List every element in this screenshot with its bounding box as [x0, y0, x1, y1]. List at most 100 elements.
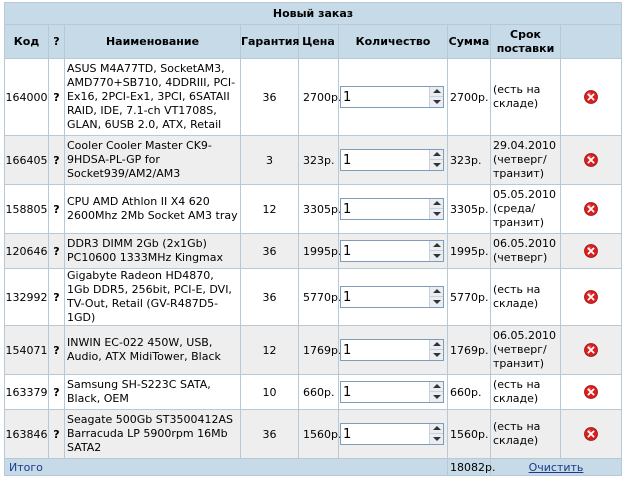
quantity-input[interactable]	[341, 87, 429, 107]
delete-icon[interactable]	[584, 90, 598, 104]
arrow-up-icon[interactable]	[429, 150, 443, 160]
info-question[interactable]: ?	[48, 268, 65, 326]
arrow-up-icon[interactable]	[429, 424, 443, 434]
quantity-input[interactable]	[341, 382, 429, 402]
arrow-down-icon[interactable]	[429, 97, 443, 107]
item-term: 06.05.2010 (четверг)	[490, 233, 561, 269]
quantity-stepper[interactable]	[340, 149, 444, 171]
info-question[interactable]: ?	[48, 374, 65, 410]
clear-link[interactable]: Очистить	[529, 461, 584, 474]
item-sum: 3305р.	[447, 184, 491, 234]
item-name: Samsung SH-S223C SATA, Black, OEM	[64, 374, 241, 410]
delete-icon[interactable]	[584, 343, 598, 357]
item-sum: 2700р.	[447, 58, 491, 136]
item-price: 5770р.	[298, 268, 341, 326]
item-term: 06.05.2010 (четверг/ транзит)	[490, 325, 561, 375]
item-price: 1995р.	[298, 233, 341, 269]
delete-cell	[559, 58, 623, 136]
quantity-cell	[338, 184, 448, 234]
table-row: 163379? Samsung SH-S223C SATA, Black, OEM…	[4, 374, 623, 410]
item-warranty: 10	[240, 374, 299, 410]
item-code: 154071	[4, 325, 49, 375]
quantity-cell	[338, 268, 448, 326]
arrow-down-icon[interactable]	[429, 251, 443, 261]
item-warranty: 36	[240, 233, 299, 269]
item-warranty: 12	[240, 184, 299, 234]
quantity-stepper[interactable]	[340, 240, 444, 262]
quantity-cell	[338, 374, 448, 410]
item-code: 120646	[4, 233, 49, 269]
quantity-stepper[interactable]	[340, 198, 444, 220]
info-question[interactable]: ?	[48, 325, 65, 375]
quantity-spinner	[429, 340, 443, 360]
quantity-input[interactable]	[341, 340, 429, 360]
item-warranty: 12	[240, 325, 299, 375]
arrow-up-icon[interactable]	[429, 241, 443, 251]
quantity-input[interactable]	[341, 150, 429, 170]
quantity-stepper[interactable]	[340, 423, 444, 445]
delete-icon[interactable]	[584, 244, 598, 258]
header-price: Цена	[298, 24, 339, 59]
table-row: 163846? Seagate 500Gb ST3500412AS Barracu…	[4, 409, 623, 459]
item-name: INWIN EC-022 450W, USB, Audio, ATX MidiT…	[64, 325, 241, 375]
arrow-down-icon[interactable]	[429, 160, 443, 170]
item-price: 1769р.	[298, 325, 341, 375]
item-warranty: 36	[240, 409, 299, 459]
item-code: 132992	[4, 268, 49, 326]
quantity-stepper[interactable]	[340, 381, 444, 403]
total-label: Итого	[4, 458, 448, 476]
delete-icon[interactable]	[584, 290, 598, 304]
info-question[interactable]: ?	[48, 233, 65, 269]
item-name: ASUS M4A77TD, SocketAM3, AMD770+SB710, 4…	[64, 58, 241, 136]
item-sum: 1769р.	[447, 325, 491, 375]
table-row: 132992? Gigabyte Radeon HD4870, 1Gb DDR5,…	[4, 268, 623, 326]
header-warranty: Гарантия	[240, 24, 299, 59]
delete-icon[interactable]	[584, 427, 598, 441]
info-question[interactable]: ?	[48, 409, 65, 459]
item-price: 323р.	[298, 135, 339, 185]
item-name: CPU AMD Athlon II X4 620 2600Mhz 2Mb Soc…	[64, 184, 241, 234]
item-term: 29.04.2010 (четверг/ транзит)	[490, 135, 561, 185]
item-price: 2700р.	[298, 58, 341, 136]
info-question[interactable]: ?	[48, 135, 65, 185]
item-code: 164000	[4, 58, 49, 136]
arrow-down-icon[interactable]	[429, 434, 443, 444]
header-sum: Сумма	[447, 24, 491, 59]
quantity-input[interactable]	[341, 199, 429, 219]
clear-cell: Очистить	[489, 458, 623, 476]
quantity-stepper[interactable]	[340, 86, 444, 108]
delete-icon[interactable]	[584, 153, 598, 167]
item-term: 05.05.2010 (среда/ транзит)	[490, 184, 561, 234]
arrow-down-icon[interactable]	[429, 209, 443, 219]
quantity-input[interactable]	[341, 287, 429, 307]
info-question[interactable]: ?	[48, 58, 65, 136]
arrow-up-icon[interactable]	[429, 340, 443, 350]
item-price: 3305р.	[298, 184, 341, 234]
arrow-down-icon[interactable]	[429, 392, 443, 402]
info-question[interactable]: ?	[48, 184, 65, 234]
arrow-down-icon[interactable]	[429, 350, 443, 360]
item-price: 1560р.	[298, 409, 341, 459]
quantity-stepper[interactable]	[340, 339, 444, 361]
arrow-up-icon[interactable]	[429, 287, 443, 297]
quantity-input[interactable]	[341, 241, 429, 261]
quantity-spinner	[429, 150, 443, 170]
delete-icon[interactable]	[584, 202, 598, 216]
item-warranty: 3	[240, 135, 299, 185]
arrow-down-icon[interactable]	[429, 297, 443, 307]
quantity-input[interactable]	[341, 424, 429, 444]
delete-cell	[559, 374, 623, 410]
item-sum: 5770р.	[447, 268, 491, 326]
delete-cell	[559, 184, 623, 234]
delete-icon[interactable]	[584, 385, 598, 399]
arrow-up-icon[interactable]	[429, 382, 443, 392]
arrow-up-icon[interactable]	[429, 199, 443, 209]
item-code: 163846	[4, 409, 49, 459]
arrow-up-icon[interactable]	[429, 87, 443, 97]
table-row: 166405? Cooler Cooler Master CK9-9HDSA-PL…	[4, 135, 623, 185]
header-name: Наименование	[64, 24, 241, 59]
item-code: 163379	[4, 374, 49, 410]
quantity-spinner	[429, 87, 443, 107]
delete-cell	[559, 409, 623, 459]
quantity-stepper[interactable]	[340, 286, 444, 308]
